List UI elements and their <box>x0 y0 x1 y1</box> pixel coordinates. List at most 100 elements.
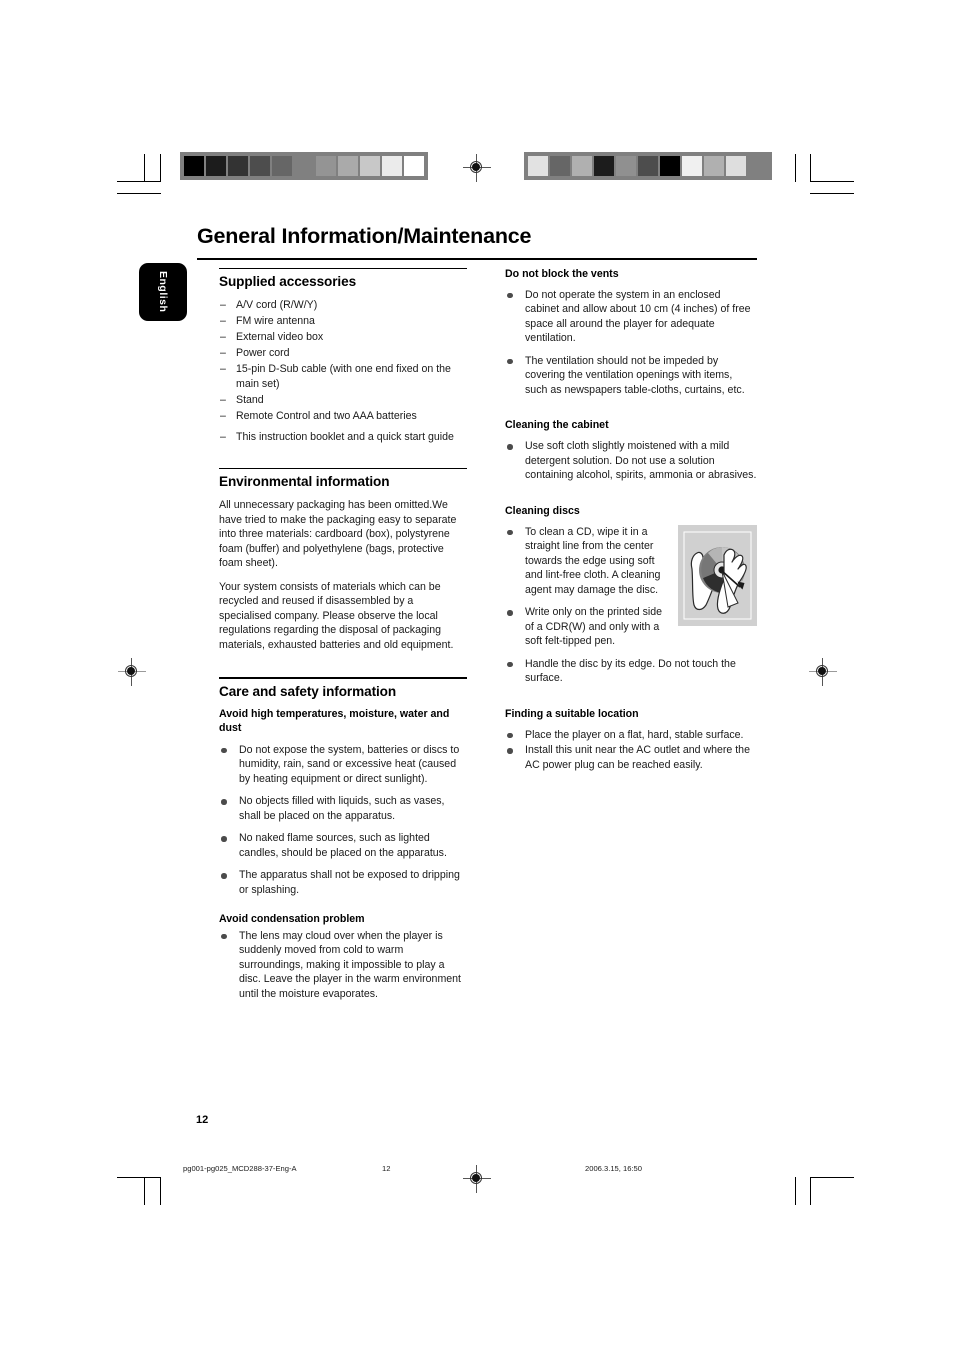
registration-target-right-middle <box>809 658 837 686</box>
list-item: Write only on the printed side of a CDR(… <box>505 605 757 649</box>
list-item: No naked flame sources, such as lighted … <box>219 831 467 860</box>
calibration-swatch-3 <box>594 156 614 176</box>
calibration-swatch-7 <box>682 156 702 176</box>
crop-mark-bottom-left-v2 <box>160 1177 161 1205</box>
calibration-swatch-2 <box>572 156 592 176</box>
subheading-cleaning-the-cabinet: Cleaning the cabinet <box>505 419 609 432</box>
crop-mark-bottom-left-v1 <box>144 1177 145 1205</box>
crop-mark-bottom-left-h1 <box>117 1177 161 1178</box>
grayscale-calibration-bar-right <box>524 152 772 180</box>
right-column: Do not block the vents Do not operate th… <box>505 268 757 772</box>
registration-target-bottom-center <box>463 1165 491 1193</box>
calibration-swatch-4 <box>616 156 636 176</box>
list-item: Do not operate the system in an enclosed… <box>505 288 757 346</box>
section-cleaning-the-cabinet: Cleaning the cabinet Use soft cloth slig… <box>505 419 757 482</box>
section-heading-care-and-safety: Care and safety information <box>219 683 397 699</box>
supplied-accessories-list: A/V cord (R/W/Y) FM wire antenna Externa… <box>219 298 467 445</box>
cleaning-discs-bullets: To clean a CD, wipe it in a straight lin… <box>505 525 757 686</box>
list-item: FM wire antenna <box>219 314 467 329</box>
calibration-swatch-1 <box>550 156 570 176</box>
paragraph: All unnecessary packaging has been omitt… <box>219 499 457 570</box>
list-item: Power cord <box>219 346 467 361</box>
calibration-swatch-5 <box>294 156 314 176</box>
crop-mark-top-left-h1 <box>117 181 161 182</box>
list-item: The apparatus shall not be exposed to dr… <box>219 868 467 897</box>
list-item: The ventilation should not be impeded by… <box>505 354 757 398</box>
language-tab-english: English <box>139 263 187 321</box>
calibration-swatch-7 <box>338 156 358 176</box>
list-item: No objects filled with liquids, such as … <box>219 794 467 823</box>
crop-mark-top-left-h2 <box>117 193 161 194</box>
page-title-rule <box>197 258 757 261</box>
section-cleaning-discs: Cleaning discs To clean a CD, wipe it in… <box>505 505 757 686</box>
subheading-cleaning-discs: Cleaning discs <box>505 504 580 517</box>
section-rule <box>219 468 467 470</box>
cleaning-the-cabinet-bullets: Use soft cloth slightly moistened with a… <box>505 439 757 483</box>
section-do-not-block-vents: Do not block the vents Do not operate th… <box>505 268 757 397</box>
list-item: 15-pin D-Sub cable (with one end fixed o… <box>219 362 467 391</box>
section-finding-a-suitable-location: Finding a suitable location Place the pl… <box>505 708 757 772</box>
calibration-swatch-5 <box>638 156 658 176</box>
document-page: English General Information/Maintenance … <box>0 0 954 1351</box>
list-item: Stand <box>219 393 467 408</box>
footer-file-name: pg001-pg025_MCD288-37-Eng-A <box>183 1164 297 1173</box>
subheading-do-not-block-vents: Do not block the vents <box>505 268 619 280</box>
avoid-condensation-bullets: The lens may cloud over when the player … <box>219 929 467 1002</box>
footer-page-number: 12 <box>382 1164 391 1173</box>
list-item: Place the player on a flat, hard, stable… <box>505 728 757 743</box>
calibration-swatch-1 <box>206 156 226 176</box>
grayscale-calibration-bar-left <box>180 152 428 180</box>
calibration-swatch-2 <box>228 156 248 176</box>
crop-mark-top-left-v1 <box>144 154 145 182</box>
list-item: Do not expose the system, batteries or d… <box>219 743 467 787</box>
calibration-swatch-6 <box>316 156 336 176</box>
section-rule <box>219 268 467 270</box>
calibration-swatch-0 <box>528 156 548 176</box>
section-supplied-accessories: Supplied accessories A/V cord (R/W/Y) FM… <box>219 268 467 445</box>
calibration-swatch-0 <box>184 156 204 176</box>
crop-mark-bottom-right-v2 <box>810 1177 811 1205</box>
calibration-swatch-8 <box>704 156 724 176</box>
registration-target-left-middle <box>118 658 146 686</box>
crop-mark-bottom-right-v1 <box>795 1177 796 1205</box>
list-item: To clean a CD, wipe it in a straight lin… <box>505 525 757 598</box>
do-not-block-vents-bullets: Do not operate the system in an enclosed… <box>505 288 757 398</box>
calibration-swatch-3 <box>250 156 270 176</box>
crop-mark-top-right-v2 <box>810 154 811 182</box>
subheading-avoid-condensation-problem: Avoid condensation problem <box>219 913 365 925</box>
calibration-swatch-4 <box>272 156 292 176</box>
section-rule <box>219 677 467 679</box>
calibration-swatch-9 <box>382 156 402 176</box>
crop-mark-top-right-h1 <box>810 181 854 182</box>
language-tab-label: English <box>157 271 169 313</box>
subheading-avoid-high-temperatures: Avoid high temperatures, moisture, water… <box>219 707 450 734</box>
finding-location-bullets: Place the player on a flat, hard, stable… <box>505 728 757 773</box>
list-item: Remote Control and two AAA batteries <box>219 409 467 424</box>
page-number: 12 <box>196 1114 209 1126</box>
section-care-and-safety-information: Care and safety information Avoid high t… <box>219 677 467 1001</box>
list-item: External video box <box>219 330 467 345</box>
paragraph: Your system consists of materials which … <box>219 580 454 651</box>
left-column: Supplied accessories A/V cord (R/W/Y) FM… <box>219 268 467 1001</box>
calibration-swatch-10 <box>404 156 424 176</box>
list-item: Handle the disc by its edge. Do not touc… <box>505 657 757 686</box>
calibration-swatch-8 <box>360 156 380 176</box>
calibration-swatch-9 <box>726 156 746 176</box>
list-item: Use soft cloth slightly moistened with a… <box>505 439 757 483</box>
crop-mark-top-left-v2 <box>160 154 161 182</box>
subheading-finding-a-suitable-location: Finding a suitable location <box>505 707 639 720</box>
list-item: A/V cord (R/W/Y) <box>219 298 467 313</box>
crop-mark-top-right-v1 <box>795 154 796 182</box>
section-heading-supplied-accessories: Supplied accessories <box>219 274 357 290</box>
list-item: This instruction booklet and a quick sta… <box>219 430 467 445</box>
calibration-swatch-6 <box>660 156 680 176</box>
page-title: General Information/Maintenance <box>197 224 532 248</box>
section-environmental-information: Environmental information All unnecessar… <box>219 468 467 652</box>
footer-timestamp: 2006.3.15, 16:50 <box>585 1164 643 1173</box>
registration-target-top-center <box>463 154 491 182</box>
